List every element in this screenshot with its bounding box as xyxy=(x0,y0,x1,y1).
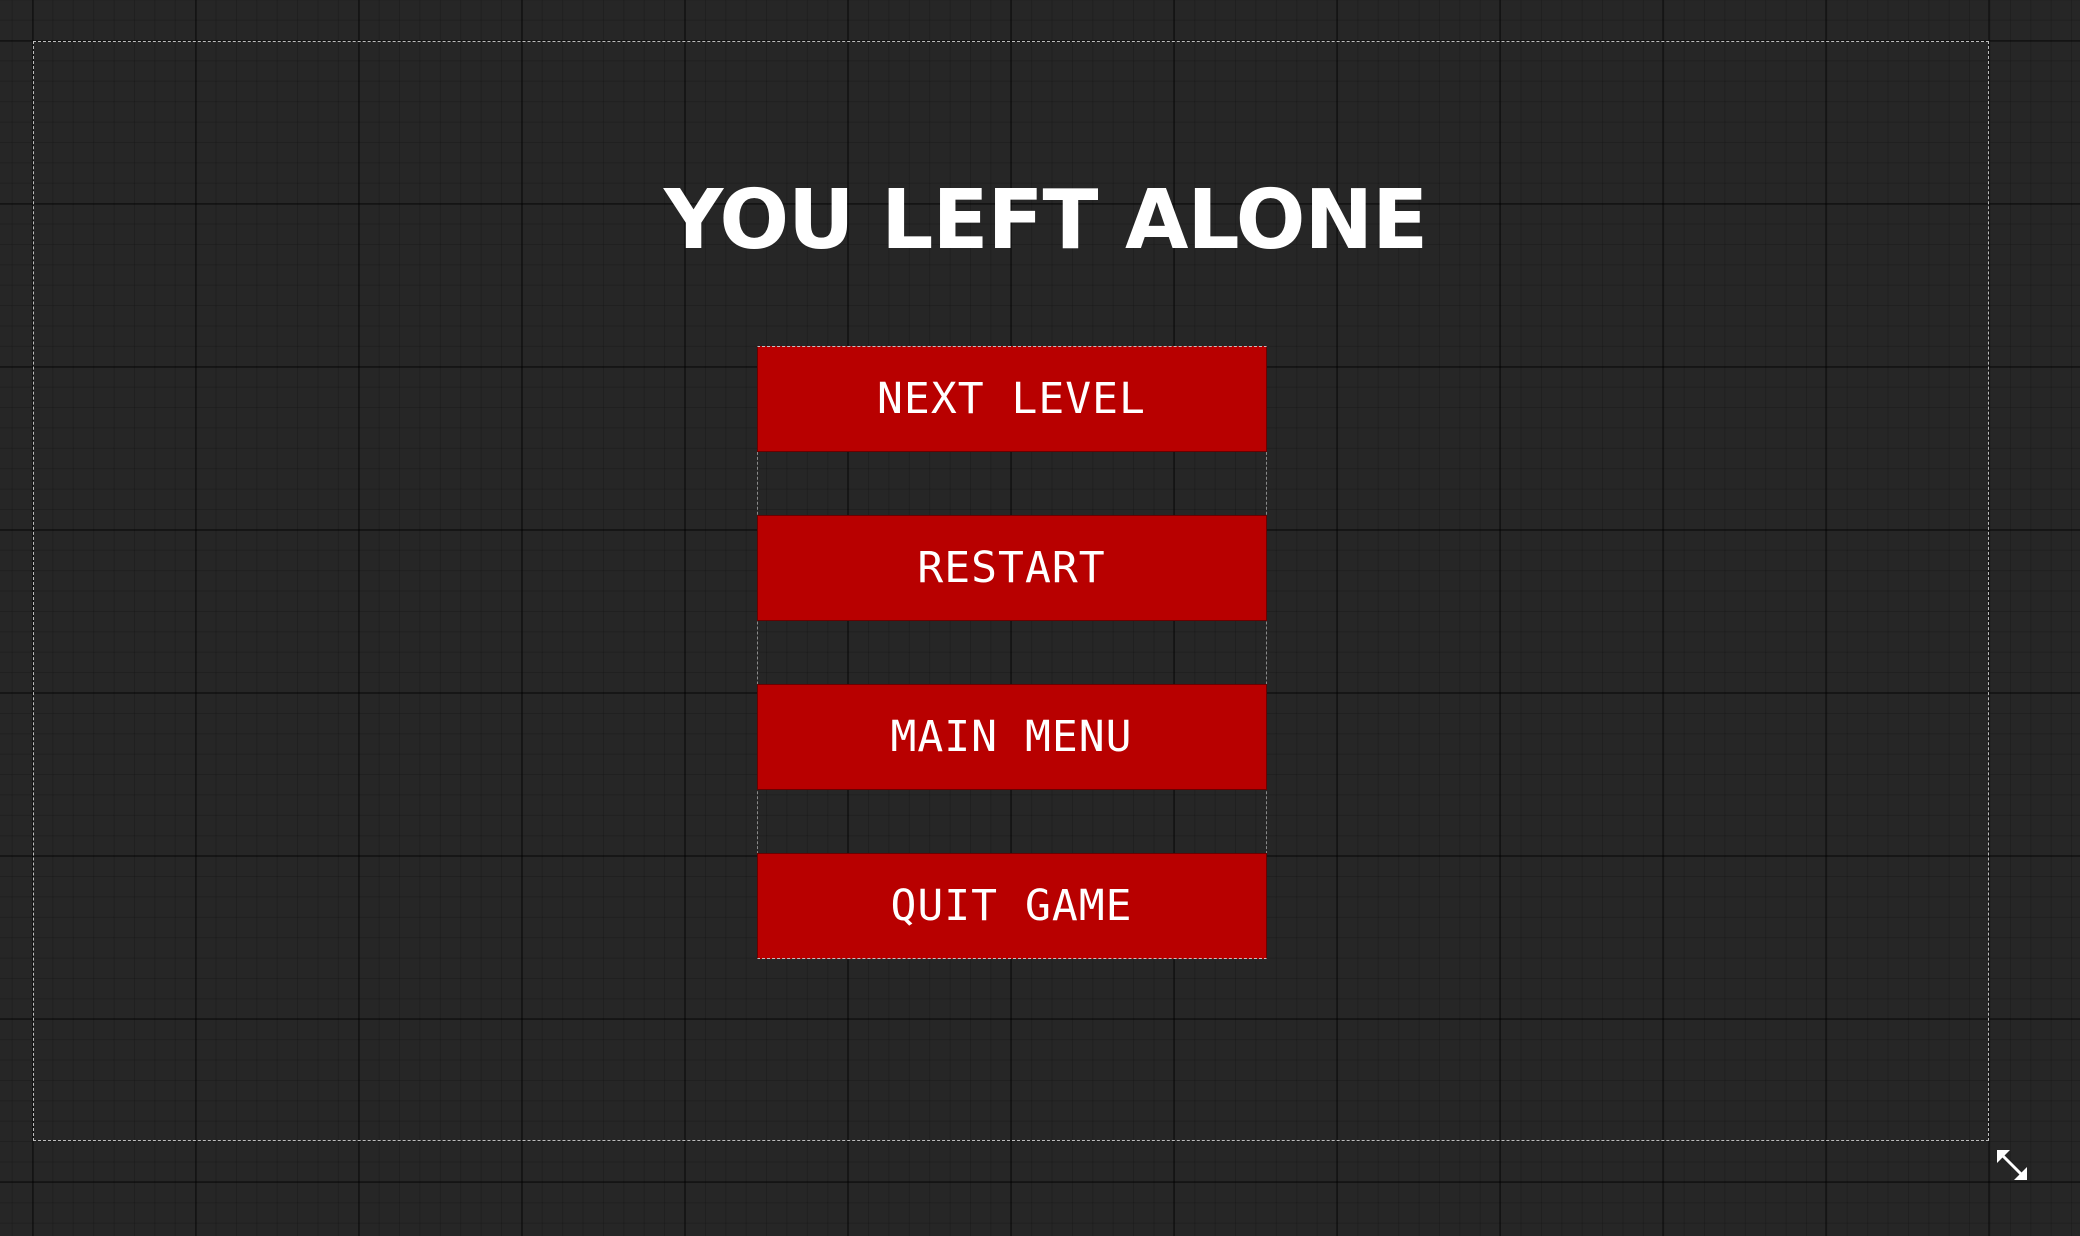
screen-title: YOU LEFT ALONE xyxy=(663,173,1428,268)
main-menu-button[interactable]: MAIN MENU xyxy=(756,684,1267,790)
resize-diagonal-icon-graphic xyxy=(1997,1150,2027,1180)
quit-game-button[interactable]: QUIT GAME xyxy=(756,853,1267,959)
menu-button-group: NEXT LEVEL RESTART MAIN MENU QUIT GAME xyxy=(756,346,1267,959)
next-level-button[interactable]: NEXT LEVEL xyxy=(756,346,1267,452)
restart-button[interactable]: RESTART xyxy=(756,515,1267,621)
resize-diagonal-icon[interactable] xyxy=(1995,1148,2029,1182)
